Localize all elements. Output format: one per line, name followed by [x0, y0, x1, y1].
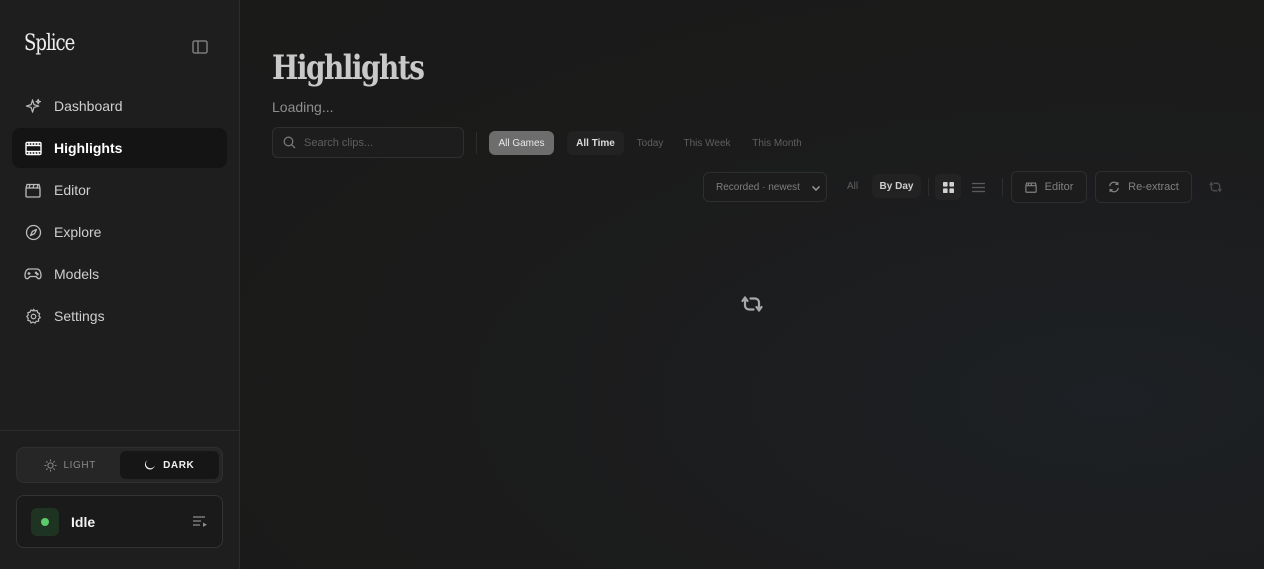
- queue-button[interactable]: [192, 515, 208, 533]
- tab-group-all[interactable]: All: [840, 174, 865, 198]
- sidebar-item-highlights[interactable]: Highlights: [12, 128, 227, 168]
- list-icon: [971, 182, 985, 192]
- sparkle-icon: [24, 97, 42, 115]
- editor-button-label: Editor: [1044, 181, 1074, 193]
- sidebar-toggle-icon: [192, 40, 208, 54]
- app-logo: Splice: [24, 31, 75, 56]
- compass-icon: [24, 223, 42, 241]
- sidebar-item-editor[interactable]: Editor: [12, 170, 227, 210]
- sidebar-item-label: Models: [54, 266, 100, 282]
- sidebar-nav: Dashboard Highlights Editor Explore Mode…: [12, 86, 227, 338]
- reextract-button[interactable]: Re-extract: [1095, 171, 1192, 203]
- sidebar-item-models[interactable]: Models: [12, 254, 227, 294]
- gamepad-icon: [24, 265, 42, 283]
- loading-spinner: [739, 292, 765, 316]
- sidebar-item-settings[interactable]: Settings: [12, 296, 227, 336]
- tab-this-month[interactable]: This Month: [743, 131, 811, 155]
- gear-icon: [24, 307, 42, 325]
- clapperboard-icon: [24, 181, 42, 199]
- status-dot: [41, 517, 49, 526]
- editor-button[interactable]: Editor: [1011, 171, 1087, 203]
- list-view-button[interactable]: [965, 174, 991, 200]
- theme-light-label: LIGHT: [63, 459, 96, 471]
- sidebar-item-label: Highlights: [54, 140, 123, 156]
- moon-icon: [145, 460, 155, 470]
- clapperboard-icon: [1024, 182, 1037, 193]
- loading-spinner-icon: [741, 296, 763, 312]
- filter-divider: [476, 132, 477, 154]
- status-label: Idle: [71, 513, 96, 530]
- playlist-icon: [193, 516, 207, 527]
- loading-text: Loading...: [272, 99, 334, 115]
- sidebar-item-label: Explore: [54, 224, 102, 240]
- status-card: Idle: [16, 495, 223, 548]
- time-filter-tabs: All Time Today This Week This Month: [567, 130, 815, 156]
- search-icon: [283, 136, 296, 149]
- sidebar: Splice Dashboard Highlights Editor Explo…: [0, 0, 240, 569]
- search-box: [272, 127, 464, 158]
- sidebar-divider: [0, 430, 239, 431]
- sidebar-item-label: Editor: [54, 182, 91, 198]
- status-indicator: [31, 507, 59, 536]
- chevron-down-icon: [811, 185, 821, 192]
- sort-value: Recorded · newest: [716, 181, 800, 193]
- tab-this-week[interactable]: This Week: [677, 131, 737, 155]
- actions-divider: [1002, 178, 1003, 196]
- sidebar-collapse-button[interactable]: [190, 38, 210, 56]
- sidebar-item-label: Dashboard: [54, 98, 123, 114]
- theme-dark-label: DARK: [163, 459, 195, 471]
- tab-today[interactable]: Today: [629, 131, 671, 155]
- page-title: Highlights: [272, 48, 425, 88]
- tab-group-by-day[interactable]: By Day: [872, 174, 921, 198]
- search-input[interactable]: [304, 136, 454, 149]
- grid-icon: [942, 181, 954, 193]
- game-filter-button[interactable]: All Games: [489, 131, 554, 155]
- refresh-icon: [1109, 181, 1120, 193]
- theme-light-button[interactable]: LIGHT: [20, 451, 120, 479]
- film-strip-icon: [24, 139, 42, 157]
- tab-all-time[interactable]: All Time: [567, 131, 624, 155]
- grid-view-button[interactable]: [935, 174, 961, 200]
- theme-dark-button[interactable]: DARK: [119, 451, 219, 479]
- reextract-button-label: Re-extract: [1128, 181, 1179, 193]
- theme-toggle: LIGHT DARK: [16, 447, 223, 483]
- sun-icon: [43, 458, 57, 472]
- view-divider: [928, 178, 929, 196]
- main-content: Highlights Loading... All Games All Time…: [240, 0, 1264, 569]
- sort-select[interactable]: Recorded · newest: [703, 172, 827, 202]
- sidebar-item-explore[interactable]: Explore: [12, 212, 227, 252]
- refresh-icon: [1208, 181, 1222, 193]
- sidebar-item-label: Settings: [54, 308, 105, 324]
- refresh-button[interactable]: [1205, 178, 1225, 196]
- sidebar-item-dashboard[interactable]: Dashboard: [12, 86, 227, 126]
